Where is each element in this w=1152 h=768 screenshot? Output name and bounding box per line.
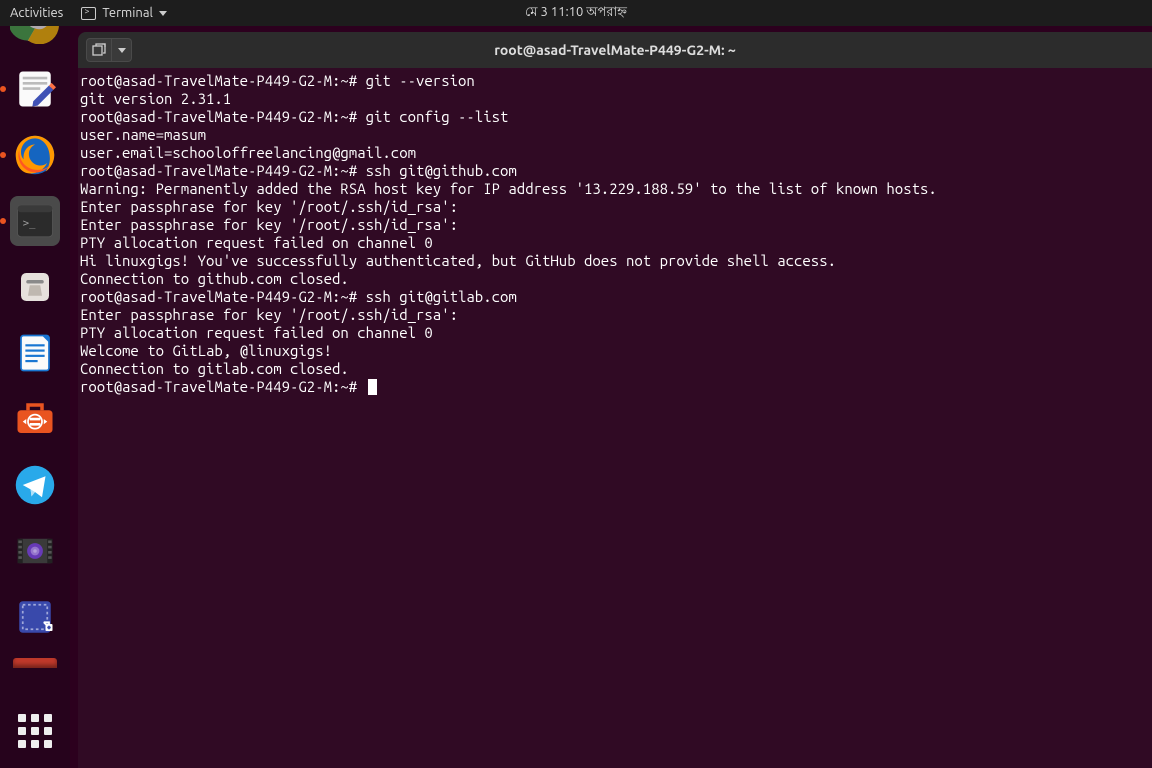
top-panel: Activities Terminal মে 3 11:10 অপরাহ্ন <box>0 0 1152 26</box>
app-menu[interactable]: Terminal <box>81 6 167 20</box>
dock-icon-libreoffice-writer[interactable] <box>10 328 60 378</box>
terminal-icon <box>81 7 96 20</box>
dock-icon-telegram[interactable] <box>10 460 60 510</box>
chevron-down-icon <box>118 48 126 53</box>
dock-icon-partial[interactable] <box>13 658 57 668</box>
chevron-down-icon <box>159 11 167 16</box>
activities-label: Activities <box>10 6 63 20</box>
new-tab-icon <box>92 43 106 57</box>
activities-button[interactable]: Activities <box>10 6 63 20</box>
clock-label: মে 3 11:10 অপরাহ্ন <box>525 3 627 24</box>
clock[interactable]: মে 3 11:10 অপরাহ্ন <box>525 3 627 24</box>
app-menu-label: Terminal <box>102 6 153 20</box>
svg-text:>_: >_ <box>23 217 36 229</box>
dock-icon-text-editor[interactable] <box>10 64 60 114</box>
apps-grid-icon <box>18 714 52 748</box>
window-title: root@asad-TravelMate-P449-G2-M: ~ <box>494 42 736 58</box>
dock-icon-terminal[interactable]: >_ <box>10 196 60 246</box>
new-tab-button[interactable] <box>86 38 112 62</box>
terminal-window: root@asad-TravelMate-P449-G2-M: ~ root@a… <box>78 32 1152 768</box>
tab-menu-button[interactable] <box>112 38 132 62</box>
dock-icon-video[interactable] <box>10 526 60 576</box>
dock-icon-screenshot[interactable] <box>10 592 60 642</box>
terminal-titlebar[interactable]: root@asad-TravelMate-P449-G2-M: ~ <box>78 32 1152 68</box>
show-applications[interactable] <box>10 706 60 756</box>
dock-icon-files[interactable] <box>10 262 60 312</box>
dock: >_ <box>0 26 70 768</box>
dock-icon-software-center[interactable] <box>10 394 60 444</box>
dock-icon-firefox[interactable] <box>10 130 60 180</box>
terminal-output[interactable]: root@asad-TravelMate-P449-G2-M:~# git --… <box>78 68 1152 768</box>
